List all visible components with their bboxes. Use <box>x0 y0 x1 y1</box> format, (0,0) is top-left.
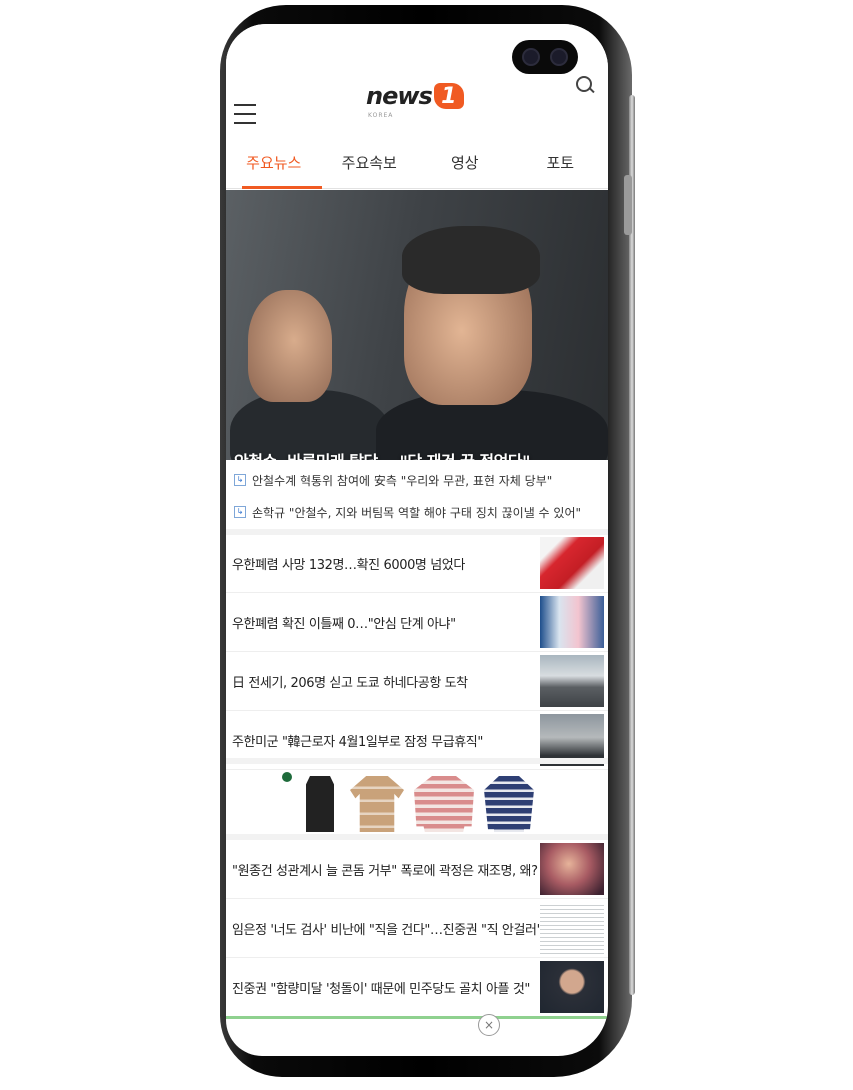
hamburger-menu-icon[interactable] <box>234 104 256 124</box>
news-item[interactable]: 우한폐렴 확진 이틀째 0…"안심 단계 아냐" <box>226 593 608 652</box>
tab-photo[interactable]: 포토 <box>513 136 609 188</box>
news-item[interactable]: 임은정 '너도 검사' 비난에 "직을 건다"…진중권 "직 안걸러" <box>226 899 608 958</box>
news-thumbnail <box>540 902 604 954</box>
ad-product-vest[interactable] <box>306 776 334 832</box>
news-list: 우한폐렴 사망 132명…확진 6000명 넘었다 우한폐렴 확진 이틀째 0…… <box>226 534 608 770</box>
camera-lens <box>522 48 540 66</box>
news-item-title: 우한폐렴 사망 132명…확진 6000명 넘었다 <box>232 557 465 573</box>
camera-lens <box>550 48 568 66</box>
news-item-title: 진중권 "함량미달 '청돌이' 때문에 민주당도 골치 아플 것" <box>232 981 530 997</box>
hero-photo-person <box>402 226 540 294</box>
front-camera <box>512 40 578 74</box>
news-item[interactable]: 진중권 "함량미달 '청돌이' 때문에 민주당도 골치 아플 것" <box>226 958 608 1017</box>
news-item-title: "원종건 성관계시 늘 콘돔 거부" 폭로에 곽정은 재조명, 왜? <box>232 863 538 879</box>
news1-logo[interactable]: news 1 <box>366 82 464 110</box>
tab-breaking-news[interactable]: 주요속보 <box>322 136 418 188</box>
logo-subtitle: KOREA <box>368 112 394 119</box>
section-tabs: 주요뉴스 주요속보 영상 포토 <box>226 136 608 189</box>
hero-photo-person <box>248 290 332 402</box>
ad-product-knit[interactable] <box>484 776 534 832</box>
news-thumbnail <box>540 537 604 589</box>
related-link-icon: ↳ <box>234 474 246 486</box>
news-item-title: 임은정 '너도 검사' 비난에 "직을 건다"…진중권 "직 안걸러" <box>232 922 540 938</box>
close-icon[interactable]: × <box>478 1014 500 1036</box>
related-link-icon: ↳ <box>234 506 246 518</box>
hero-article[interactable]: 안철수, 바른미래 탈당... "당 재건 꿈 접었다" <box>226 190 608 460</box>
news-item-title: 우한폐렴 확진 이틀째 0…"안심 단계 아냐" <box>232 616 456 632</box>
related-item[interactable]: ↳ 손학규 "안철수, 지와 버팀목 역할 해야 구태 징치 끊이낼 수 있어" <box>226 496 608 528</box>
logo-text: news <box>366 82 433 110</box>
hero-headline: 안철수, 바른미래 탈당... "당 재건 꿈 접었다" <box>234 448 530 460</box>
ad-badge-icon <box>282 772 292 782</box>
news-thumbnail <box>540 655 604 707</box>
news-item-title: 日 전세기, 206명 싣고 도쿄 하네다공항 도착 <box>232 675 468 691</box>
news-item-title: 주한미군 "韓근로자 4월1일부로 잠정 무급휴직" <box>232 734 483 750</box>
news-item[interactable]: 日 전세기, 206명 싣고 도쿄 하네다공항 도착 <box>226 652 608 711</box>
app-screen: news 1 KOREA 주요뉴스 주요속보 영상 포토 안철수, 바른미래 탈… <box>226 24 608 1056</box>
tab-video[interactable]: 영상 <box>417 136 513 188</box>
news-thumbnail <box>540 961 604 1013</box>
tab-main-news[interactable]: 주요뉴스 <box>226 136 322 189</box>
logo-badge: 1 <box>433 83 464 109</box>
news-thumbnail <box>540 843 604 895</box>
news-item[interactable]: 우한폐렴 사망 132명…확진 6000명 넘었다 <box>226 534 608 593</box>
news-thumbnail <box>540 596 604 648</box>
phone-side-button <box>624 175 632 235</box>
related-articles: ↳ 안철수계 혁통위 참여에 安측 "우리와 무관, 표현 자체 당부" ↳ 손… <box>226 464 608 528</box>
ad-product-striped-shirt[interactable] <box>414 776 474 832</box>
related-item-text: 안철수계 혁통위 참여에 安측 "우리와 무관, 표현 자체 당부" <box>252 473 553 488</box>
bottom-ad-strip <box>226 1016 608 1019</box>
news-item[interactable]: "원종건 성관계시 늘 콘돔 거부" 폭로에 곽정은 재조명, 왜? <box>226 840 608 899</box>
related-item-text: 손학규 "안철수, 지와 버팀목 역할 해야 구태 징치 끊이낼 수 있어" <box>252 505 582 520</box>
search-icon[interactable] <box>576 76 595 94</box>
news-list: "원종건 성관계시 늘 콘돔 거부" 폭로에 곽정은 재조명, 왜? 임은정 '… <box>226 840 608 1017</box>
related-item[interactable]: ↳ 안철수계 혁통위 참여에 安측 "우리와 무관, 표현 자체 당부" <box>226 464 608 496</box>
ad-product-sweater[interactable] <box>350 776 404 832</box>
